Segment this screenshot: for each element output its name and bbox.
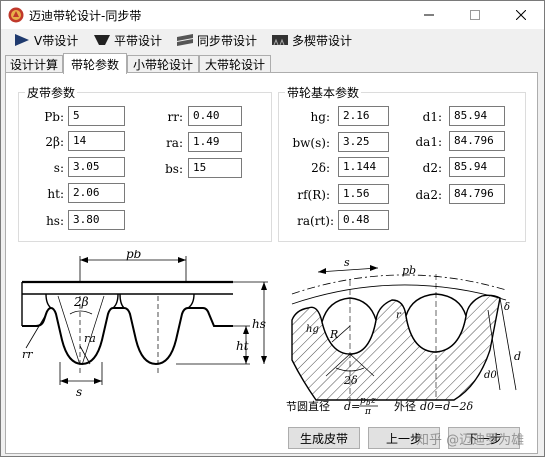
bw-field[interactable]: 3.25 xyxy=(338,132,389,152)
multi-wedge-belt-icon xyxy=(272,35,288,46)
svg-text:z: z xyxy=(370,396,376,406)
timing-belt-design-label: 同步带设计 xyxy=(197,33,258,48)
app-window: 迈迪带轮设计-同步带 V带设计 平带设计 同步带设计 多楔带设计 设计计算 带轮… xyxy=(0,0,545,457)
maximize-button[interactable] xyxy=(452,1,498,29)
da1-field[interactable]: 84.796 xyxy=(449,131,505,151)
s-field[interactable]: 3.05 xyxy=(68,157,125,177)
pb-label: Pb: xyxy=(44,110,64,124)
r-big-dim-label: R xyxy=(329,328,338,341)
rr-label: rr: xyxy=(167,110,183,124)
close-button[interactable] xyxy=(498,1,544,29)
title-bar: 迈迪带轮设计-同步带 xyxy=(1,1,544,29)
ht-label: ht: xyxy=(47,187,64,201)
flat-belt-design-button[interactable]: 平带设计 xyxy=(93,31,162,49)
hs-dim-label: hs xyxy=(252,317,266,331)
ra-rt-field[interactable]: 0.48 xyxy=(338,210,389,230)
v-belt-design-button[interactable]: V带设计 xyxy=(13,31,78,49)
app-logo-icon xyxy=(8,7,24,23)
generate-belt-button[interactable]: 生成皮带 xyxy=(288,427,360,449)
multi-wedge-belt-design-label: 多楔带设计 xyxy=(292,33,353,48)
two-delta-field[interactable]: 1.144 xyxy=(338,157,389,177)
rr-field[interactable]: 0.40 xyxy=(188,106,242,126)
window-title: 迈迪带轮设计-同步带 xyxy=(29,9,142,23)
ra-rt-label: ra(rt): xyxy=(297,214,334,228)
hg-field[interactable]: 2.16 xyxy=(338,106,389,126)
belt-params-legend: 皮带参数 xyxy=(27,86,76,100)
d1-label: d1: xyxy=(422,110,442,124)
pb-field[interactable]: 5 xyxy=(68,106,125,126)
rf-field[interactable]: 1.56 xyxy=(338,184,389,204)
v-belt-icon xyxy=(15,34,29,46)
flat-belt-icon xyxy=(94,35,110,45)
two-beta-label: 2β: xyxy=(45,135,64,149)
hg-dim-label: hg xyxy=(306,324,319,335)
toolbar: V带设计 平带设计 同步带设计 多楔带设计 xyxy=(1,29,544,51)
pitch-diameter-caption: 节圆直径 xyxy=(286,399,330,413)
bs-field[interactable]: 15 xyxy=(188,158,242,178)
d2-label: d2: xyxy=(422,161,442,175)
delta-dim-label: δ xyxy=(504,302,510,313)
hg-label: hg: xyxy=(310,110,330,124)
svg-text:d=: d= xyxy=(344,400,360,413)
two-delta-label: 2δ: xyxy=(311,161,330,175)
flat-belt-design-label: 平带设计 xyxy=(114,33,163,48)
belt-profile-drawing: pb 2β rr ra ht hs s xyxy=(21,247,268,399)
pulley-tooth-figure: s pb hg R r 2δ δ d d0 节圆直径 d= pbz π 外径 d… xyxy=(278,250,526,417)
da1-label: da1: xyxy=(415,135,442,149)
timing-belt-design-button[interactable]: 同步带设计 xyxy=(176,31,257,49)
d1-field[interactable]: 85.94 xyxy=(449,106,505,126)
ht-dim-label: ht xyxy=(236,339,249,353)
outer-diameter-caption: 外径 xyxy=(394,400,416,413)
hs-label: hs: xyxy=(46,214,64,228)
tab-panel: 皮带参数 Pb: 5 2β: 14 s: 3.05 ht: 2.06 hs: 3… xyxy=(5,72,538,454)
multi-wedge-belt-design-button[interactable]: 多楔带设计 xyxy=(271,31,352,49)
da2-field[interactable]: 84.796 xyxy=(449,184,505,204)
ra-field[interactable]: 1.49 xyxy=(188,132,242,152)
tab-small-pulley[interactable]: 小带轮设计 xyxy=(127,55,199,73)
ra-dim-label: ra xyxy=(84,332,96,345)
da2-label: da2: xyxy=(415,188,442,202)
tab-pulley-params[interactable]: 带轮参数 xyxy=(63,53,127,74)
pb-dim-label-right: pb xyxy=(402,264,416,277)
close-icon xyxy=(516,10,526,20)
outer-diameter-formula: d0=d−2δ xyxy=(420,400,474,413)
two-beta-field[interactable]: 14 xyxy=(68,131,125,151)
minimize-icon xyxy=(424,14,434,16)
watermark: 知乎 @迈迪罗为雄 xyxy=(416,433,525,448)
d0-dim-label: d0 xyxy=(484,370,497,381)
d-dim-label: d xyxy=(514,350,521,363)
s-label: s: xyxy=(53,161,64,175)
timing-belt-icon xyxy=(177,34,193,46)
tab-large-pulley[interactable]: 大带轮设计 xyxy=(199,55,271,73)
svg-text:π: π xyxy=(364,407,372,414)
pb-dim-label: pb xyxy=(126,250,141,261)
pulley-params-legend: 带轮基本参数 xyxy=(287,86,360,100)
rf-label: rf(R): xyxy=(297,188,330,202)
ht-field[interactable]: 2.06 xyxy=(68,183,125,203)
two-delta-dim-label: 2δ xyxy=(343,374,358,387)
pulley-tooth-drawing: s pb hg R r 2δ δ d d0 节圆直径 d= pbz π 外径 d… xyxy=(286,256,521,417)
minimize-button[interactable] xyxy=(406,1,452,29)
ra-label: ra: xyxy=(166,136,183,150)
bw-label: bw(s): xyxy=(292,136,330,150)
two-beta-dim-label: 2β xyxy=(73,295,89,309)
hs-field[interactable]: 3.80 xyxy=(68,210,125,230)
rr-dim-label: rr xyxy=(22,348,33,361)
belt-profile-figure: pb 2β rr ra ht hs s xyxy=(18,247,272,414)
v-belt-design-label: V带设计 xyxy=(34,33,79,48)
tab-design-calc[interactable]: 设计计算 xyxy=(5,55,63,73)
s-dim-label: s xyxy=(76,385,82,399)
s-dim-label-right: s xyxy=(344,256,350,269)
d2-field[interactable]: 85.94 xyxy=(449,157,505,177)
maximize-icon xyxy=(470,10,480,20)
bs-label: bs: xyxy=(165,162,183,176)
